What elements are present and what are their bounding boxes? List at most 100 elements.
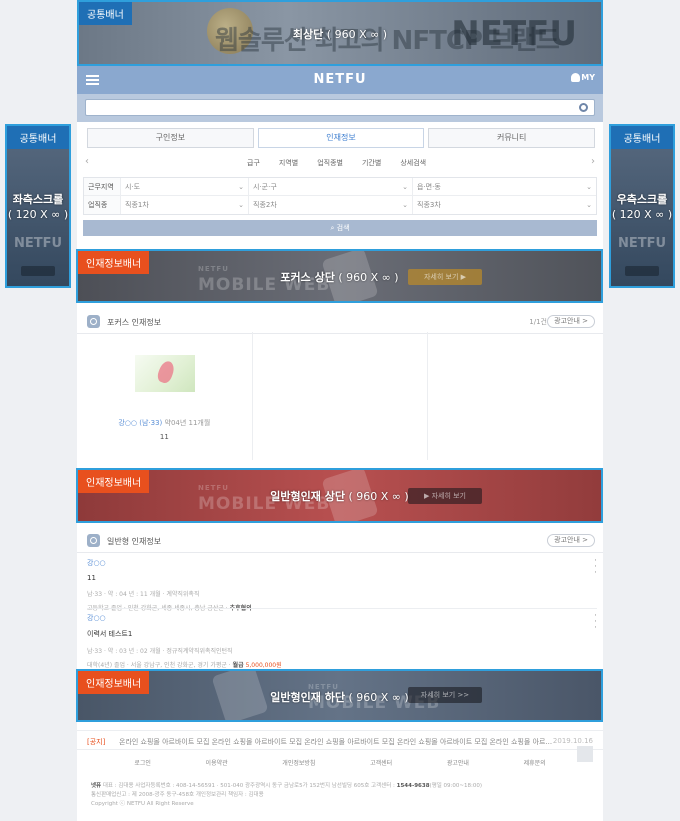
section-icon [87,315,100,328]
subnav-region[interactable]: 지역별 [279,158,298,168]
filter-panel: 근무지역 시·도 ⌄ 시·군·구 ⌄ 읍·면·동 ⌄ 업직종 직종1차 ⌄ 직종2차 ⌄ … [83,177,597,215]
select-category-1[interactable]: 직종1차 ⌄ [120,196,248,214]
footer-link-terms[interactable]: 이용약관 [206,756,228,772]
search-icon: ⌕ [330,224,335,232]
my-page-button[interactable]: MY [571,73,595,82]
right-scroll-banner[interactable]: 공통배너 우측스크롤( 120 X ∞ ) NETFU [609,124,675,288]
chevron-left-icon[interactable]: ‹ [85,156,89,167]
candidate-name: 강○○ [87,559,106,567]
banner-watermark-button [21,266,55,276]
subnav-urgent[interactable]: 급구 [247,158,260,168]
select-sido[interactable]: 시·도 ⌄ [120,178,248,195]
focus-grid: 강○○ (남·33) 약04년 11개월 11 [77,332,603,460]
profile-photo [135,355,195,392]
section-title: 포커스 인재정보 [107,318,162,327]
footer-link-privacy[interactable]: 개인정보방침 [282,756,315,772]
footer-link-support[interactable]: 고객센터 [370,756,392,772]
left-scroll-banner[interactable]: 공통배너 좌측스크롤( 120 X ∞ ) NETFU [5,124,71,288]
notice-bar[interactable]: [공지] 온라인 쇼핑몰 아르바이트 모집 온라인 쇼핑몰 아르바이트 모집 온… [77,730,603,750]
banner-tag: 공통배너 [611,126,673,149]
banner-label: 최상단 ( 960 X ∞ ) [292,28,388,41]
select-category-3[interactable]: 직종3차 ⌄ [412,196,596,214]
tab-community[interactable]: 커뮤니티 [428,128,596,148]
search-icon[interactable] [579,103,588,112]
select-eupmyeondong[interactable]: 읍·면·동 ⌄ [412,178,596,195]
focus-card-empty [253,332,429,460]
focus-card-empty [428,332,603,460]
candidate-meta: 남·33 · 약 : 03 년 : 02 개월 · 정규직계약직위촉직인턴직 [87,648,233,655]
section-icon [87,534,100,547]
chevron-right-icon[interactable]: › [591,156,595,167]
banner-watermark-logo: NETFU [13,236,63,251]
ad-info-button[interactable]: 광고안내 > [547,315,595,328]
subnav-period[interactable]: 기간별 [362,158,381,168]
notice-label: [공지] [87,738,106,746]
banner-tag: 공통배너 [79,2,132,25]
search-input[interactable] [85,99,595,116]
filter-label: 근무지역 [84,178,120,195]
general-bottom-banner[interactable]: NETFU MOBILE WEB 자세히 보기 >> 인재정보배너 일반형인재 … [76,669,603,722]
footer-link-ad-info[interactable]: 광고안내 [447,756,469,772]
banner-label: 일반형인재 하단 ( 960 X ∞ ) [270,691,409,704]
chevron-down-icon: ⌄ [402,201,408,209]
banner-watermark-button [625,266,659,276]
candidate-title: 11 [159,433,169,441]
banner-label: 좌측스크롤( 120 X ∞ ) [7,193,69,221]
chevron-down-icon: ⌄ [586,201,592,209]
candidate-title: 이력서 테스트1 [87,630,133,638]
general-section-header: 일반형 인재정보 광고안내 > [77,529,603,553]
banner-label: 포커스 상단 ( 960 X ∞ ) [280,271,399,284]
general-top-banner[interactable]: NETFU MOBILE WEB ▶ 자세히 보기 인재정보배너 일반형인재 상… [76,468,603,523]
filter-label: 업직종 [84,196,120,214]
chevron-down-icon: ⌄ [238,183,244,191]
focus-top-banner[interactable]: NETFU MOBILE WEB 자세히 보기 ▶ 인재정보배너 포커스 상단 … [76,249,603,303]
filter-row-region: 근무지역 시·도 ⌄ 시·군·구 ⌄ 읍·면·동 ⌄ [84,178,596,196]
sub-navigation: ‹ 급구 지역별 업직종별 기간별 상세검색 › [77,154,603,170]
focus-card[interactable]: 강○○ (남·33) 약04년 11개월 11 [77,332,253,460]
candidate-conditions: 대학(4년) 졸업 · 서울 강남구, 인천 강화군, 경기 가평군 · 월급 … [87,662,282,669]
main-tabs: 구인정보 인재정보 커뮤니티 [87,128,596,148]
footer-link-partnership[interactable]: 제휴문의 [524,756,546,772]
divider [87,608,597,609]
banner-label: 일반형인재 상단 ( 960 X ∞ ) [270,490,409,503]
top-banner[interactable]: 웹솔루션 최고의 NFTCP 브랜드 NETFU 공통배너 최상단 ( 960 … [77,0,603,66]
search-button[interactable]: ⌕ 검색 [83,220,597,236]
list-item[interactable]: 강○○ 11 남·33 · 약 : 04 년 : 11 개월 · 계약직위촉직 … [87,557,597,613]
section-title: 일반형 인재정보 [107,537,162,546]
chevron-down-icon: ⌄ [402,183,408,191]
search-bar [77,94,603,122]
candidate-name: 강○○ (남·33) 약04년 11개월 [118,419,211,427]
banner-watermark-logo: NETFU [617,236,667,251]
app-header: NETFU MY [77,66,603,94]
notice-date: 2019.10.16 [552,737,593,745]
more-options-icon[interactable]: · · · [594,612,597,633]
ad-info-button[interactable]: 광고안내 > [547,534,595,547]
select-sigungu[interactable]: 시·군·구 ⌄ [248,178,412,195]
notice-text[interactable]: 온라인 쇼핑몰 아르바이트 모집 온라인 쇼핑몰 아르바이트 모집 온라인 쇼핑… [119,737,554,747]
tab-job-postings[interactable]: 구인정보 [87,128,254,148]
footer-copyright: Copyright ⓒ NETFU All Right Reserve [91,801,194,807]
tab-talent-info[interactable]: 인재정보 [257,128,425,148]
footer-link-login[interactable]: 로그인 [134,756,151,772]
site-logo[interactable]: NETFU [77,72,603,87]
result-count: 1/1건 [529,318,547,326]
page: 웹솔루션 최고의 NFTCP 브랜드 NETFU 공통배너 최상단 ( 960 … [0,0,680,821]
candidate-name: 강○○ [87,614,106,622]
list-item[interactable]: 강○○ 이력서 테스트1 남·33 · 약 : 03 년 : 02 개월 · 정… [87,612,597,670]
focus-section-header: 포커스 인재정보 1/1건 광고안내 > [77,310,603,334]
footer-nav: 로그인 이용약관 개인정보방침 고객센터 광고안내 제휴문의 [77,756,603,772]
candidate-title: 11 [87,574,96,582]
banner-label: 우측스크롤( 120 X ∞ ) [611,193,673,221]
candidate-meta: 남·33 · 약 : 04 년 : 11 개월 · 계약직위촉직 [87,591,200,598]
subnav-detailed-search[interactable]: 상세검색 [400,158,426,168]
footer-info: 넷퓨 대표 : 김대용 사업자등록번호 : 408-14-56591 · 501… [91,782,591,809]
chevron-down-icon: ⌄ [238,201,244,209]
select-category-2[interactable]: 직종2차 ⌄ [248,196,412,214]
chevron-down-icon: ⌄ [586,183,592,191]
filter-row-industry: 업직종 직종1차 ⌄ 직종2차 ⌄ 직종3차 ⌄ [84,196,596,214]
user-icon [571,73,581,82]
more-options-icon[interactable]: · · · [594,557,597,578]
footer-company-line: 넷퓨 대표 : 김대용 사업자등록번호 : 408-14-56591 · 501… [91,783,483,789]
subnav-industry[interactable]: 업직종별 [317,158,343,168]
banner-tag: 공통배너 [7,126,69,149]
